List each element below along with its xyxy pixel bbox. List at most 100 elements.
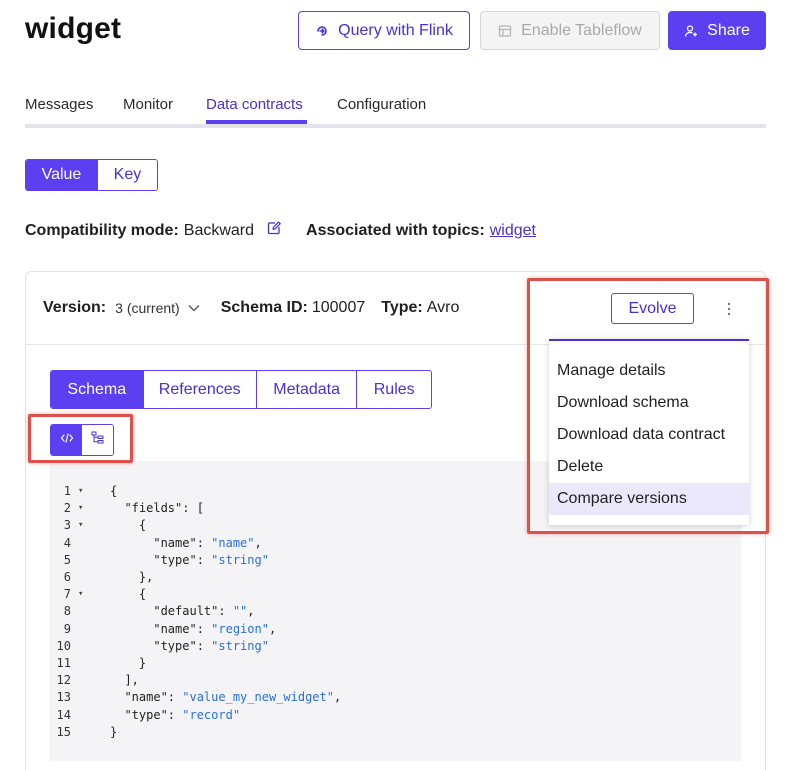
line-number: 12 xyxy=(56,673,71,688)
code-line: 15} xyxy=(50,724,741,741)
code-view-icon xyxy=(60,431,74,449)
tab-data-contracts[interactable]: Data contracts xyxy=(206,96,303,113)
code-token: } xyxy=(110,724,118,739)
code-token: "name": xyxy=(110,690,183,705)
code-token: "name": xyxy=(110,621,212,636)
code-token: { xyxy=(110,518,147,533)
value-toggle-button[interactable]: Value xyxy=(26,160,98,190)
menu-item-manage-details[interactable]: Manage details xyxy=(549,355,749,387)
query-with-flink-label: Query with Flink xyxy=(338,21,453,39)
compatibility-label: Compatibility mode: xyxy=(25,221,179,239)
query-with-flink-button[interactable]: Query with Flink xyxy=(298,11,470,50)
chevron-down-icon xyxy=(188,299,200,317)
vertical-dots-icon[interactable] xyxy=(723,300,735,318)
code-text: "name": "region", xyxy=(110,621,276,638)
version-label: Version: xyxy=(43,299,107,316)
line-number: 7 xyxy=(63,587,71,602)
key-toggle-button[interactable]: Key xyxy=(97,160,157,190)
line-number: 2 xyxy=(63,501,71,516)
tableflow-icon xyxy=(498,24,512,38)
code-token: , xyxy=(268,621,277,636)
code-line: 4 "name": "name", xyxy=(50,535,741,552)
tab-references[interactable]: References xyxy=(143,371,257,408)
edit-icon[interactable] xyxy=(267,221,281,240)
code-string: "name" xyxy=(211,535,255,550)
subject-toggle: Value Key xyxy=(25,159,158,191)
associated-topic-link[interactable]: widget xyxy=(490,222,536,240)
code-token: "name": xyxy=(110,535,212,550)
code-string: "record" xyxy=(182,707,241,722)
code-text: { xyxy=(110,586,146,603)
add-user-icon xyxy=(684,24,698,38)
code-line: 7 ▾ { xyxy=(50,586,741,603)
code-string: "value_my_new_widget" xyxy=(182,690,334,705)
tab-monitor[interactable]: Monitor xyxy=(123,96,173,113)
code-text: "default": "", xyxy=(110,603,255,620)
caret-down-icon[interactable]: ▾ xyxy=(78,483,83,500)
code-text: { xyxy=(110,483,117,500)
code-text: } xyxy=(110,655,146,672)
code-line: 12 ], xyxy=(50,672,741,689)
evolve-button[interactable]: Evolve xyxy=(611,293,694,324)
tab-configuration[interactable]: Configuration xyxy=(337,96,426,113)
enable-tableflow-label: Enable Tableflow xyxy=(521,21,642,39)
caret-down-icon[interactable]: ▾ xyxy=(78,517,83,534)
code-token: , xyxy=(247,604,255,619)
line-number: 8 xyxy=(63,604,71,619)
version-select[interactable]: 3 (current) xyxy=(115,299,200,317)
code-token: }, xyxy=(110,570,154,584)
version-bar: Version: 3 (current) Schema ID: 100007 T… xyxy=(26,272,765,345)
code-line: 5 "type": "string" xyxy=(50,552,741,569)
code-line: 8 "default": "", xyxy=(50,603,741,620)
code-text: "name": "name", xyxy=(110,535,262,552)
code-token: "type": xyxy=(110,707,183,722)
tab-metadata[interactable]: Metadata xyxy=(256,371,358,408)
tab-schema[interactable]: Schema xyxy=(51,371,144,408)
page-title: widget xyxy=(25,12,122,45)
code-string: "string" xyxy=(211,638,269,653)
caret-down-icon[interactable]: ▾ xyxy=(78,500,83,517)
code-token: "type": xyxy=(110,552,212,567)
menu-item-download-data-contract[interactable]: Download data contract xyxy=(549,419,749,451)
line-number: 14 xyxy=(56,707,71,722)
code-token: "default": xyxy=(110,604,233,619)
tab-messages[interactable]: Messages xyxy=(25,96,93,113)
contract-meta-row: Compatibility mode: Backward Associated … xyxy=(25,221,536,240)
code-line: 9 "name": "region", xyxy=(50,621,741,638)
tab-rules[interactable]: Rules xyxy=(357,371,431,408)
code-token: ], xyxy=(110,673,139,688)
code-text: "type": "string" xyxy=(110,638,269,655)
code-text: "type": "record" xyxy=(110,707,240,724)
line-number: 11 xyxy=(56,656,71,670)
associated-topics-label: Associated with topics: xyxy=(306,221,485,239)
type-value: Avro xyxy=(426,299,460,316)
line-number: 4 xyxy=(63,535,71,550)
code-string: "string" xyxy=(211,552,269,567)
code-view-button[interactable] xyxy=(51,425,82,455)
code-token: , xyxy=(254,535,262,550)
code-line: 13 "name": "value_my_new_widget", xyxy=(50,689,741,706)
view-mode-toggle xyxy=(50,424,114,456)
flink-query-icon xyxy=(315,24,329,38)
code-token: } xyxy=(110,656,147,670)
code-line: 6 }, xyxy=(50,569,741,586)
menu-item-download-schema[interactable]: Download schema xyxy=(549,387,749,419)
compatibility-value: Backward xyxy=(183,221,255,239)
enable-tableflow-button[interactable]: Enable Tableflow xyxy=(480,11,660,50)
tree-view-button[interactable] xyxy=(82,425,113,455)
code-text: { xyxy=(110,517,146,534)
code-token: "fields": [ xyxy=(110,501,204,516)
menu-item-compare-versions[interactable]: Compare versions xyxy=(549,483,749,515)
caret-down-icon[interactable]: ▾ xyxy=(78,586,83,603)
code-token: , xyxy=(333,690,342,705)
code-line: 11 } xyxy=(50,655,741,672)
code-text: ], xyxy=(110,672,139,689)
code-text: "name": "value_my_new_widget", xyxy=(110,689,341,706)
code-token: { xyxy=(110,484,118,498)
active-tab-indicator xyxy=(206,120,307,124)
share-button[interactable]: Share xyxy=(668,11,766,50)
topic-tabs: Messages Monitor Data contracts Configur… xyxy=(25,96,766,128)
line-number: 1 xyxy=(63,484,71,498)
menu-item-delete[interactable]: Delete xyxy=(549,451,749,483)
tree-view-icon xyxy=(91,431,104,449)
